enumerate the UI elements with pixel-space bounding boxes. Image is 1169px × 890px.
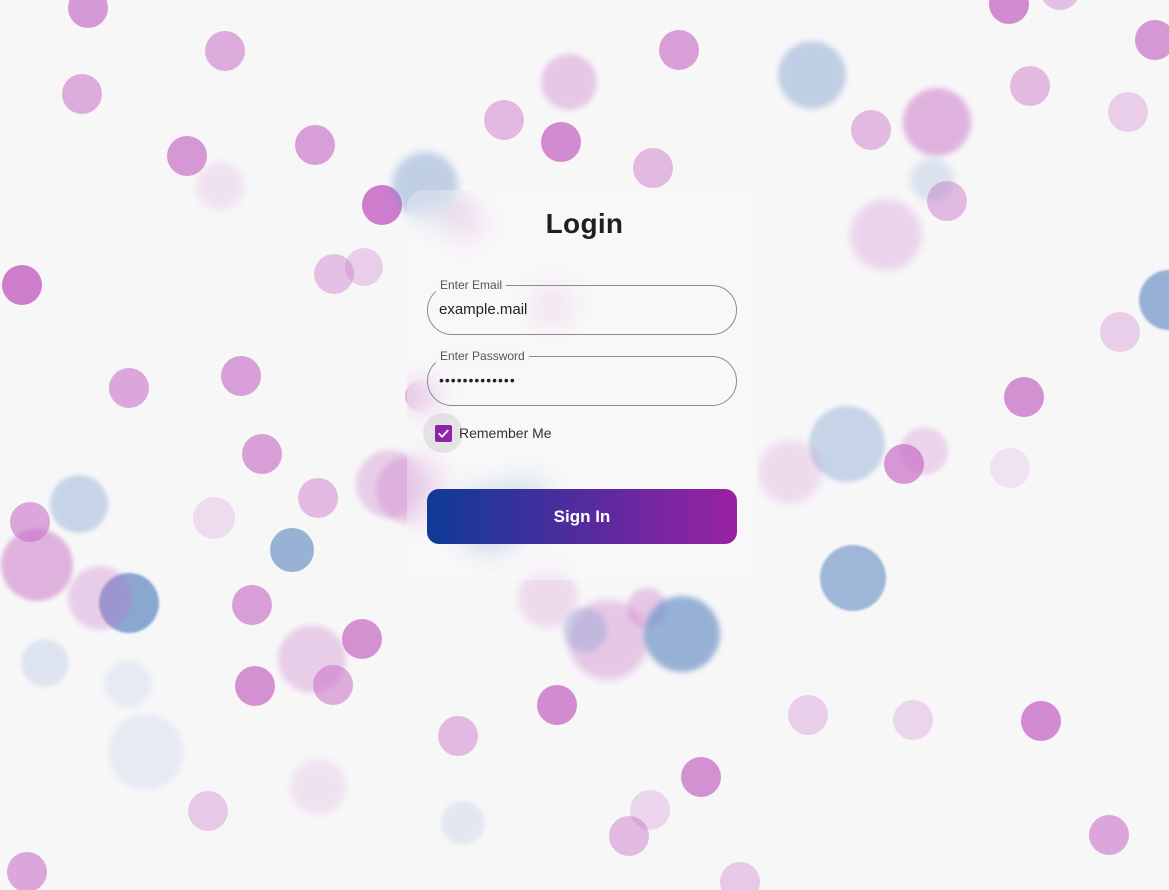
- password-field[interactable]: Enter Password •••••••••••••: [427, 349, 737, 406]
- bubble-decoration: [68, 566, 132, 630]
- bubble-decoration: [441, 801, 485, 845]
- remember-me-checkbox-ripple[interactable]: [423, 413, 463, 453]
- sign-in-button[interactable]: Sign In: [427, 489, 737, 544]
- bubble-decoration: [1100, 312, 1140, 352]
- bubble-decoration: [720, 862, 760, 890]
- bubble-decoration: [313, 665, 353, 705]
- bubble-decoration: [851, 110, 891, 150]
- checkmark-icon: [437, 429, 449, 438]
- bubble-decoration: [205, 31, 245, 71]
- bubble-decoration: [903, 88, 971, 156]
- bubble-decoration: [758, 440, 822, 504]
- bubble-decoration: [62, 74, 102, 114]
- bubble-decoration: [235, 666, 275, 706]
- bubble-decoration: [295, 125, 335, 165]
- bubble-decoration: [1040, 0, 1080, 10]
- bubble-decoration: [196, 162, 244, 210]
- bubble-decoration: [68, 0, 108, 28]
- bubble-decoration: [537, 685, 577, 725]
- bubble-decoration: [108, 714, 184, 790]
- bubble-decoration: [1108, 92, 1148, 132]
- bubble-decoration: [298, 478, 338, 518]
- bubble-decoration: [193, 497, 235, 539]
- remember-me-row[interactable]: Remember Me: [423, 413, 552, 453]
- bubble-decoration: [345, 248, 383, 286]
- bubble-decoration: [1135, 20, 1169, 60]
- bubble-decoration: [659, 30, 699, 70]
- bubble-decoration: [884, 444, 924, 484]
- bubble-decoration: [1010, 66, 1050, 106]
- bubble-decoration: [1139, 270, 1169, 330]
- bubble-decoration: [104, 660, 152, 708]
- bubble-decoration: [270, 528, 314, 572]
- bubble-decoration: [290, 759, 346, 815]
- bubble-decoration: [633, 148, 673, 188]
- bubble-decoration: [232, 585, 272, 625]
- remember-me-label[interactable]: Remember Me: [459, 425, 552, 441]
- bubble-decoration: [910, 158, 954, 202]
- bubble-decoration: [188, 791, 228, 831]
- bubble-decoration: [644, 596, 720, 672]
- bubble-decoration: [50, 475, 108, 533]
- bubble-decoration: [221, 356, 261, 396]
- bubble-decoration: [778, 41, 846, 109]
- password-input-value[interactable]: •••••••••••••: [439, 372, 516, 388]
- bubble-decoration: [681, 757, 721, 797]
- bubble-decoration: [242, 434, 282, 474]
- bubble-decoration: [989, 0, 1029, 24]
- bubble-decoration: [1, 529, 73, 601]
- bubble-decoration: [438, 716, 478, 756]
- bubble-decoration: [342, 619, 382, 659]
- page-title: Login: [545, 208, 624, 239]
- bubble-decoration: [893, 700, 933, 740]
- bubble-decoration: [1089, 815, 1129, 855]
- email-field-label: Enter Email: [436, 278, 507, 292]
- bubble-decoration: [109, 368, 149, 408]
- bubble-decoration: [541, 54, 597, 110]
- email-field[interactable]: Enter Email example.mail: [427, 278, 737, 335]
- bubble-decoration: [990, 448, 1030, 488]
- bubble-decoration: [788, 695, 828, 735]
- bubble-decoration: [7, 852, 47, 890]
- bubble-decoration: [484, 100, 524, 140]
- bubble-decoration: [609, 816, 649, 856]
- bubble-decoration: [21, 639, 69, 687]
- bubble-decoration: [541, 122, 581, 162]
- bubble-decoration: [1021, 701, 1061, 741]
- email-input-value[interactable]: example.mail: [439, 301, 527, 318]
- bubble-decoration: [1004, 377, 1044, 417]
- password-field-label: Enter Password: [436, 349, 529, 363]
- remember-me-checkbox[interactable]: [434, 424, 452, 442]
- bubble-decoration: [820, 545, 886, 611]
- bubble-decoration: [2, 265, 42, 305]
- bubble-decoration: [563, 608, 607, 652]
